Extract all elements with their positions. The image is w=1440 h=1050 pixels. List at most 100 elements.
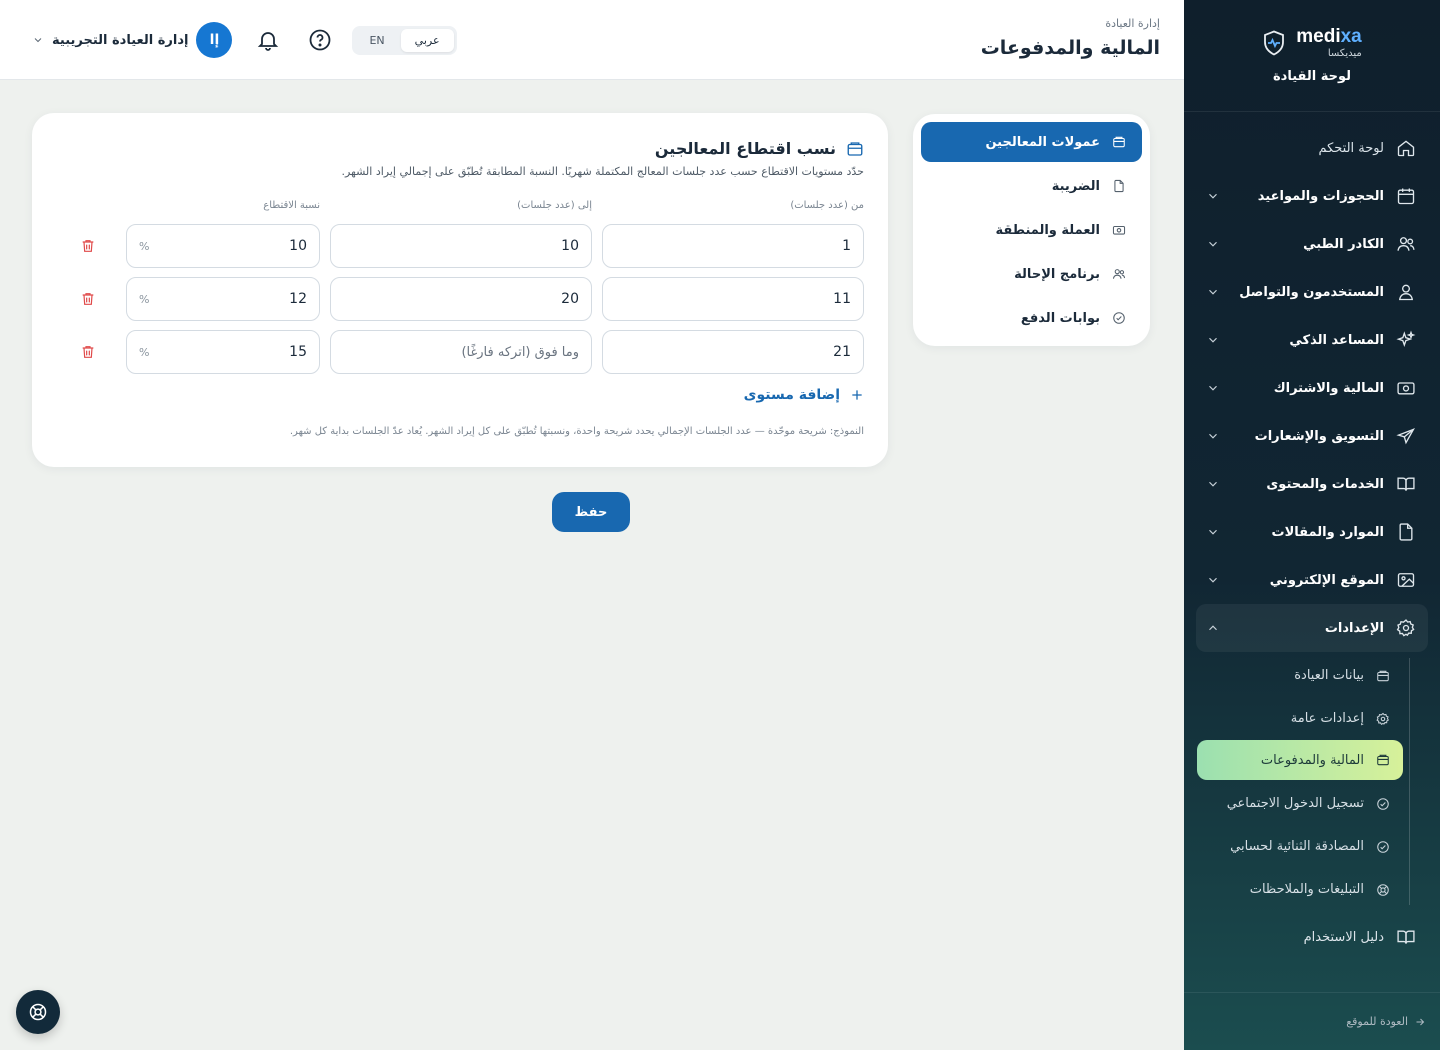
trash-icon[interactable] [80, 290, 96, 308]
sidebar-item-label: المستخدمون والتواصل [1239, 284, 1384, 300]
sidebar-item-label: الإعدادات [1324, 620, 1384, 636]
sidebar-item-label: التسويق والإشعارات [1254, 428, 1384, 444]
file-icon [1114, 179, 1124, 193]
header-actions: إدارة العيادة التجريبية إا EN عربي [32, 20, 457, 60]
tier-to-input[interactable]: 20 [330, 277, 592, 321]
user-name: إدارة العيادة التجريبية [52, 32, 189, 48]
sidebar-item-marketing[interactable]: التسويق والإشعارات [1184, 412, 1440, 460]
wallet-icon [1377, 754, 1389, 766]
sidebar-item-label: الكادر الطبي [1303, 236, 1384, 252]
column-header-from: من (عدد جلسات) [790, 200, 864, 211]
sidebar-sub-label: تسجيل الدخول الاجتماعي [1226, 796, 1364, 811]
column-header-to: إلى (عدد جلسات) [517, 200, 592, 211]
home-icon [1397, 140, 1415, 157]
percent-sign: % [139, 292, 150, 306]
tab-therapist-commissions[interactable]: عمولات المعالجين [921, 122, 1142, 162]
lang-en-option[interactable]: EN [355, 29, 398, 52]
check-circle-icon [1113, 312, 1125, 324]
help-circle-icon[interactable] [308, 28, 332, 52]
tab-currency-region[interactable]: العملة والمنطقة [921, 210, 1142, 250]
tier-percent-input[interactable]: 15 % [126, 330, 320, 374]
model-note: النموذج: شريحة موحّدة — عدد الجلسات الإج… [289, 426, 864, 437]
page-title: المالية والمدفوعات [980, 37, 1160, 59]
sidebar-item-label: الموارد والمقالات [1271, 524, 1384, 540]
tab-tax[interactable]: الضريبة [921, 166, 1142, 206]
tier-percent-input[interactable]: 10 % [126, 224, 320, 268]
sidebar-item-label: دليل الاستخدام [1303, 929, 1384, 945]
lang-ar-option[interactable]: عربي [400, 28, 454, 52]
sidebar-sub-2fa[interactable]: المصادقة الثنائية لحسابي [1184, 825, 1440, 868]
sidebar-item-finance[interactable]: المالية والاشتراك [1184, 364, 1440, 412]
add-level-button[interactable]: إضافة مستوى [744, 387, 864, 403]
tab-referral[interactable]: برنامج الإحالة [921, 254, 1142, 294]
tier-row: 11 20 12 % [82, 277, 864, 321]
sidebar-sub-reports[interactable]: التبليغات والملاحظات [1184, 868, 1440, 911]
top-header: إدارة العيادة المالية والمدفوعات إدارة ا… [0, 0, 1184, 80]
image-icon [1397, 573, 1415, 587]
dashboard-title: لوحة القيادة [1272, 69, 1352, 84]
sidebar-item-guide[interactable]: دليل الاستخدام [1184, 913, 1440, 961]
lifebuoy-icon [29, 1003, 47, 1021]
logo[interactable]: medixa ميديكسا [1262, 27, 1362, 59]
tier-from-input[interactable]: 1 [602, 224, 864, 268]
tier-to-input[interactable]: 10 [330, 224, 592, 268]
tier-from-input[interactable]: 21 [602, 330, 864, 374]
back-to-site-link[interactable]: العودة للموقع [1184, 992, 1440, 1050]
brand: medixa ميديكسا لوحة القيادة [1184, 0, 1440, 112]
gear-icon [1376, 712, 1390, 725]
users-icon [1112, 269, 1126, 279]
bell-icon[interactable] [256, 28, 280, 52]
sidebar-item-services[interactable]: الخدمات والمحتوى [1184, 460, 1440, 508]
tier-to-input[interactable]: وما فوق (اتركه فارغًا) [330, 330, 592, 374]
percent-sign: % [139, 345, 150, 359]
sidebar-item-label: الموقع الإلكتروني [1269, 572, 1384, 588]
sidebar-item-label: الحجوزات والمواعيد [1257, 188, 1384, 204]
sidebar-sub-social-login[interactable]: تسجيل الدخول الاجتماعي [1184, 782, 1440, 825]
sidebar-item-users[interactable]: المستخدمون والتواصل [1184, 268, 1440, 316]
support-button[interactable] [16, 990, 60, 1034]
sidebar-sub-label: المالية والمدفوعات [1260, 752, 1364, 768]
tab-label: برنامج الإحالة [1014, 266, 1100, 282]
finance-tabs: عمولات المعالجين الضريبة العملة والمنطقة… [913, 114, 1150, 346]
wallet-icon [1377, 670, 1389, 681]
sidebar-item-medical-staff[interactable]: الكادر الطبي [1184, 220, 1440, 268]
chevron-down-icon [1209, 337, 1217, 343]
sidebar-sub-finance-payments[interactable]: المالية والمدفوعات [1197, 740, 1403, 780]
language-switch: EN عربي [352, 25, 457, 55]
sidebar-item-website[interactable]: الموقع الإلكتروني [1184, 556, 1440, 604]
sidebar: medixa ميديكسا لوحة القيادة لوحة التحكم … [1184, 0, 1440, 1050]
add-level-label: إضافة مستوى [743, 387, 840, 403]
wallet-icon [847, 141, 863, 156]
brand-name-ar: ميديكسا [1327, 48, 1362, 59]
sidebar-sub-clinic-data[interactable]: بيانات العيادة [1184, 654, 1440, 697]
arrow-right-icon [1416, 1018, 1425, 1025]
sidebar-item-label: لوحة التحكم [1318, 140, 1384, 156]
sidebar-item-settings[interactable]: الإعدادات [1196, 604, 1428, 652]
tab-payment-gateways[interactable]: بوابات الدفع [921, 298, 1142, 338]
check-circle-icon [1377, 840, 1389, 853]
save-button[interactable]: حفظ [552, 492, 630, 532]
trash-icon[interactable] [80, 237, 96, 255]
user-menu[interactable]: إدارة العيادة التجريبية إا [32, 22, 233, 58]
sidebar-sub-label: المصادقة الثنائية لحسابي [1230, 839, 1364, 854]
breadcrumb[interactable]: إدارة العيادة [1105, 17, 1160, 30]
tab-label: العملة والمنطقة [995, 222, 1100, 238]
tier-from-input[interactable]: 11 [602, 277, 864, 321]
tab-label: الضريبة [1051, 178, 1100, 194]
tab-label: عمولات المعالجين [985, 134, 1100, 150]
tier-percent-input[interactable]: 12 % [126, 277, 320, 321]
trash-icon[interactable] [80, 343, 96, 361]
brand-name: medixa [1296, 27, 1362, 46]
sidebar-nav: لوحة التحكم الحجوزات والمواعيد الكادر ال… [1184, 124, 1440, 961]
book-open-icon [1397, 930, 1415, 944]
file-icon [1399, 523, 1413, 541]
sidebar-item-dashboard[interactable]: لوحة التحكم [1184, 124, 1440, 172]
settings-submenu: بيانات العيادة إعدادات عامة المالية والم… [1184, 654, 1440, 911]
calendar-icon [1397, 188, 1415, 205]
send-icon [1396, 428, 1415, 445]
sidebar-item-resources[interactable]: الموارد والمقالات [1184, 508, 1440, 556]
sidebar-item-ai-assistant[interactable]: المساعد الذكي [1184, 316, 1440, 364]
wallet-icon [1113, 136, 1125, 148]
sidebar-item-bookings[interactable]: الحجوزات والمواعيد [1184, 172, 1440, 220]
sidebar-sub-general[interactable]: إعدادات عامة [1184, 697, 1440, 740]
